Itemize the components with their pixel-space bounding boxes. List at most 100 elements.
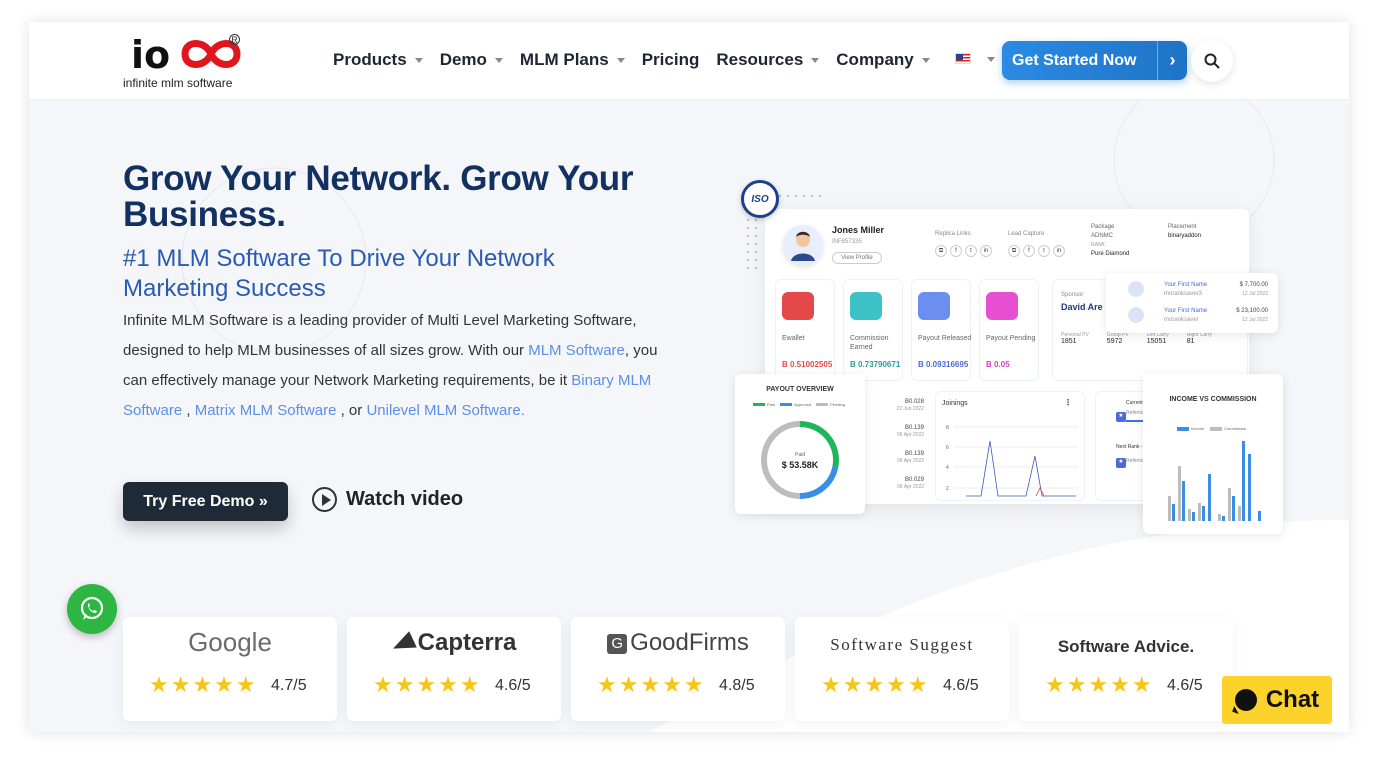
facebook-icon[interactable]: f xyxy=(1023,245,1035,257)
user-id: INF857335 xyxy=(832,239,862,245)
rating-value: 4.6/5 xyxy=(495,677,531,694)
tile-label: Commission Earned xyxy=(850,335,889,351)
trx-row: B0.028 22 Jun 2022 xyxy=(896,399,924,412)
commission-icon xyxy=(850,292,882,320)
chevron-down-icon xyxy=(616,57,625,63)
twitter-icon[interactable]: t xyxy=(1038,245,1050,257)
tile-value: B 0.09316695 xyxy=(918,360,969,369)
get-started-button[interactable]: Get Started Now › xyxy=(1002,41,1187,80)
member-row: Your First Name moranksaver3 xyxy=(1164,282,1208,297)
capterra-logo: Capterra xyxy=(347,629,561,657)
joinings-card: Joinings ⋮ 8642 xyxy=(935,391,1085,501)
rating-value: 4.7/5 xyxy=(271,677,307,694)
link-matrix-mlm[interactable]: Matrix MLM Software xyxy=(195,402,337,419)
play-icon xyxy=(312,487,337,512)
svg-text:2: 2 xyxy=(946,486,949,492)
placement-value: binaryaddon xyxy=(1168,233,1202,239)
nav-mlm-plans-label: MLM Plans xyxy=(519,50,609,69)
member-row: Your First Name moranksaver xyxy=(1164,308,1208,323)
nav-pricing[interactable]: Pricing xyxy=(642,50,700,70)
star-rating: ★★★★★ xyxy=(1045,672,1154,697)
whatsapp-icon xyxy=(80,596,104,620)
replica-links-label: Replica Links xyxy=(935,231,971,237)
chevron-down-icon xyxy=(494,57,503,63)
payout-released-icon xyxy=(918,292,950,320)
tile-ewallet[interactable]: Ewallet B 0.51002505 xyxy=(775,279,835,381)
chevron-down-icon xyxy=(921,57,930,63)
rating-value: 4.6/5 xyxy=(1167,677,1203,694)
copy-icon[interactable]: ⧉ xyxy=(1008,245,1020,257)
us-flag-icon[interactable] xyxy=(955,53,971,64)
search-button[interactable] xyxy=(1191,40,1233,82)
chat-button[interactable]: Chat xyxy=(1222,676,1332,724)
tile-label: Payout Pending xyxy=(986,335,1036,342)
package-block: Package ADNMC RANK Pure Diamond xyxy=(1091,223,1129,259)
payout-legend: Paid Approved Pending xyxy=(753,402,845,407)
income-commission-card: INCOME VS COMMISSION Income Commission xyxy=(1143,374,1283,534)
watch-video-button[interactable]: Watch video xyxy=(312,487,463,512)
payout-overview-card: PAYOUT OVERVIEW Paid Approved Pending Pa… xyxy=(735,374,865,514)
tile-value: B 0.05 xyxy=(986,360,1010,369)
chevron-down-icon xyxy=(811,57,820,63)
site-header: io R infinite mlm software Products Demo… xyxy=(29,22,1349,100)
tile-value: B 0.51002505 xyxy=(782,360,833,369)
nav-company-label: Company xyxy=(836,50,914,69)
search-icon xyxy=(1204,53,1220,69)
review-software-suggest[interactable]: Software Suggest ★★★★★ 4.6/5 xyxy=(795,617,1009,721)
transactions-list: B0.028 22 Jun 2022 B0.139 06 Apr 2022 B0.1… xyxy=(880,391,930,501)
logo[interactable]: io R infinite mlm software xyxy=(123,32,247,92)
chat-label: Chat xyxy=(1265,686,1320,713)
linkedin-icon[interactable]: in xyxy=(980,245,992,257)
star-icon: ★ xyxy=(1116,412,1126,422)
nav-resources[interactable]: Resources xyxy=(716,50,820,70)
package-label: Package xyxy=(1091,224,1115,230)
nav-mlm-plans[interactable]: MLM Plans xyxy=(520,50,625,70)
twitter-icon[interactable]: t xyxy=(965,245,977,257)
registered-mark: R xyxy=(229,34,240,45)
placement-block: Placement binaryaddon xyxy=(1168,223,1201,241)
chevron-down-icon[interactable] xyxy=(987,57,995,62)
main-nav: Products Demo MLM Plans Pricing Resource… xyxy=(333,50,947,70)
whatsapp-button[interactable] xyxy=(67,584,117,634)
replica-social-icons: ⧉ f t in xyxy=(935,245,992,257)
review-capterra[interactable]: Capterra ★★★★★ 4.6/5 xyxy=(347,617,561,721)
star-rating: ★★★★★ xyxy=(821,672,930,697)
rating-value: 4.8/5 xyxy=(719,677,755,694)
nav-products-label: Products xyxy=(333,50,407,69)
trx-row: B0.139 06 Apr 2022 xyxy=(897,451,924,464)
chevron-right-icon: › xyxy=(1157,41,1187,80)
goodfirms-icon: G xyxy=(607,633,628,654)
software-suggest-logo: Software Suggest xyxy=(830,635,974,654)
link-unilevel-mlm[interactable]: Unilevel MLM Software. xyxy=(366,402,524,419)
nav-demo[interactable]: Demo xyxy=(440,50,503,70)
review-goodfirms[interactable]: G GoodFirms ★★★★★ 4.8/5 xyxy=(571,617,785,721)
desc-text-4: , or xyxy=(336,402,367,419)
tile-payout-released[interactable]: Payout Released B 0.09316695 xyxy=(911,279,971,381)
tile-commission-earned[interactable]: Commission Earned B 0.73790671 xyxy=(843,279,903,381)
capterra-arrow-icon xyxy=(388,630,417,657)
stats-row: Personal PV 1851 Group PV 5972 Left Carry 1… xyxy=(1061,332,1212,345)
linkedin-icon[interactable]: in xyxy=(1053,245,1065,257)
view-profile-button[interactable]: View Profile xyxy=(832,252,882,264)
try-free-demo-button[interactable]: Try Free Demo » xyxy=(123,482,288,521)
link-mlm-software[interactable]: MLM Software xyxy=(528,342,625,359)
package-value: ADNMC xyxy=(1091,233,1113,239)
copy-icon[interactable]: ⧉ xyxy=(935,245,947,257)
avatar xyxy=(1128,307,1144,323)
facebook-icon[interactable]: f xyxy=(950,245,962,257)
payout-center-value: $ 53.58K xyxy=(781,460,819,470)
placement-label: Placement xyxy=(1168,224,1197,230)
nav-products[interactable]: Products xyxy=(333,50,423,70)
user-name: Jones Miller xyxy=(832,225,885,235)
chevron-down-icon xyxy=(414,57,423,63)
tile-payout-pending[interactable]: Payout Pending B 0.05 xyxy=(979,279,1039,381)
review-software-advice[interactable]: Software Advice. ★★★★★ 4.6/5 xyxy=(1019,617,1233,721)
sponsor-label: Sponsor xyxy=(1061,292,1084,298)
review-google[interactable]: Google ★★★★★ 4.7/5 xyxy=(123,617,337,721)
tile-label: Payout Released xyxy=(918,335,972,342)
stat-right-carry: Right Carry 81 xyxy=(1186,332,1213,345)
wallet-icon xyxy=(782,292,814,320)
nav-pricing-label: Pricing xyxy=(641,50,700,69)
avatar xyxy=(783,225,823,265)
nav-company[interactable]: Company xyxy=(836,50,930,70)
